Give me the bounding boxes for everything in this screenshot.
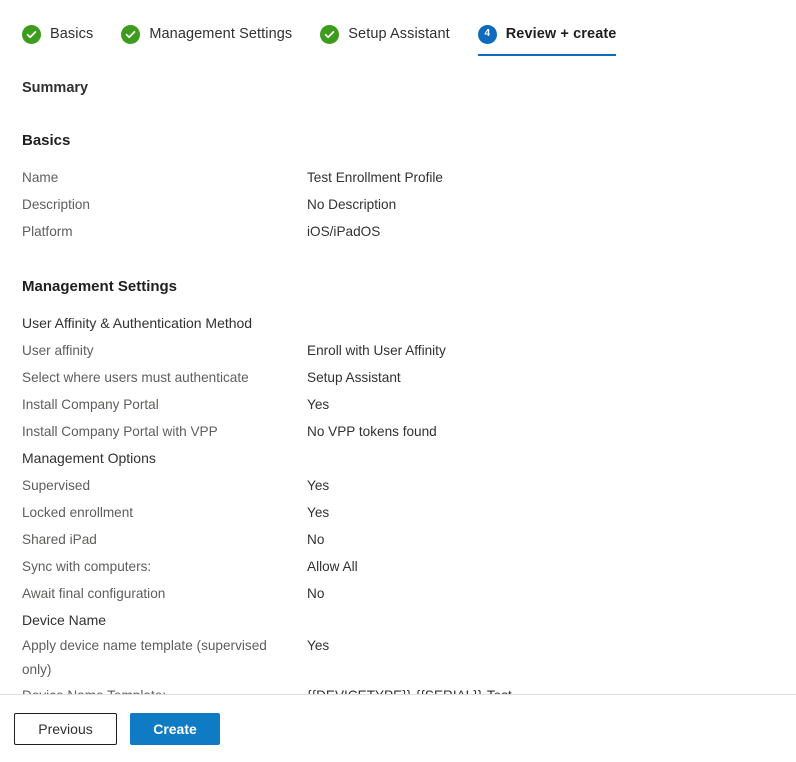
row-label: Device Name <box>22 612 107 628</box>
tab-review-create-label: Review + create <box>505 26 617 42</box>
row-value: No VPP tokens found <box>307 424 437 439</box>
group-header-user-affinity: User Affinity & Authentication Method <box>22 310 774 337</box>
tab-setup-assistant-label: Setup Assistant <box>348 26 450 42</box>
group-header-device-name: Device Name <box>22 607 774 634</box>
section-title-management-settings: Management Settings <box>22 278 178 295</box>
step-number-badge: 4 <box>477 24 497 44</box>
table-row: Install Company Portal Yes <box>22 391 774 418</box>
section-title-basics: Basics <box>22 132 71 149</box>
table-row: Install Company Portal with VPP No VPP t… <box>22 418 774 445</box>
row-value: iOS/iPadOS <box>307 224 381 239</box>
row-value: No <box>307 586 325 601</box>
row-value: Test Enrollment Profile <box>307 170 443 185</box>
tab-review-create[interactable]: 4 Review + create <box>477 18 617 56</box>
table-row: Await final configuration No <box>22 580 774 607</box>
row-value: Yes <box>307 505 330 520</box>
row-label: Description <box>22 197 90 212</box>
section-rows-management-settings: User Affinity & Authentication Method Us… <box>22 310 774 709</box>
check-icon <box>22 24 41 44</box>
row-label: Select where users must authenticate <box>22 370 249 385</box>
group-header-management-options: Management Options <box>22 445 774 472</box>
review-create-page: Basics Management Settings Setup Assista… <box>0 0 796 762</box>
row-label: Name <box>22 170 59 185</box>
table-row: Shared iPad No <box>22 526 774 553</box>
table-row: User affinity Enroll with User Affinity <box>22 337 774 364</box>
table-row: Select where users must authenticate Set… <box>22 364 774 391</box>
row-label: User affinity <box>22 343 94 358</box>
row-label: Await final configuration <box>22 586 166 601</box>
row-label: Locked enrollment <box>22 505 134 520</box>
row-label: Sync with computers: <box>22 559 152 574</box>
row-label: Supervised <box>22 478 91 493</box>
row-value: Allow All <box>307 559 358 574</box>
table-row: Supervised Yes <box>22 472 774 499</box>
row-label: Install Company Portal with VPP <box>22 424 218 439</box>
row-value: Yes <box>307 638 330 653</box>
row-value: Setup Assistant <box>307 370 401 385</box>
row-value: Yes <box>307 397 330 412</box>
table-row: Apply device name template (supervised o… <box>22 634 774 682</box>
table-row: Platform iOS/iPadOS <box>22 218 774 245</box>
row-label: Management Options <box>22 450 156 466</box>
row-value: No Description <box>307 197 397 212</box>
active-tab-underline <box>477 53 617 56</box>
previous-button[interactable]: Previous <box>14 712 117 745</box>
create-button[interactable]: Create <box>130 712 220 745</box>
summary-content: Summary Basics Name Test Enrollment Prof… <box>0 56 796 709</box>
row-label: Platform <box>22 224 73 239</box>
table-row: Sync with computers: Allow All <box>22 553 774 580</box>
row-label: Install Company Portal <box>22 397 159 412</box>
check-icon <box>121 24 141 44</box>
wizard-tabstrip: Basics Management Settings Setup Assista… <box>0 0 796 56</box>
footer-bar: Previous Create <box>0 695 796 762</box>
row-label: Apply device name template (supervised o… <box>22 638 267 677</box>
tab-management-settings[interactable]: Management Settings <box>121 18 292 56</box>
table-row: Description No Description <box>22 191 774 218</box>
check-icon <box>320 24 340 44</box>
row-label: User Affinity & Authentication Method <box>22 315 253 331</box>
tab-setup-assistant[interactable]: Setup Assistant <box>320 18 450 56</box>
section-rows-basics: Name Test Enrollment Profile Description… <box>22 164 774 245</box>
row-value: Yes <box>307 478 330 493</box>
tab-management-settings-label: Management Settings <box>149 26 293 42</box>
table-row: Locked enrollment Yes <box>22 499 774 526</box>
row-value: Enroll with User Affinity <box>307 343 446 358</box>
row-label: Shared iPad <box>22 532 97 547</box>
table-row: Name Test Enrollment Profile <box>22 164 774 191</box>
tab-basics-label: Basics <box>50 26 94 42</box>
row-value: No <box>307 532 325 547</box>
tab-basics[interactable]: Basics <box>22 18 93 56</box>
page-title: Summary <box>22 80 89 96</box>
